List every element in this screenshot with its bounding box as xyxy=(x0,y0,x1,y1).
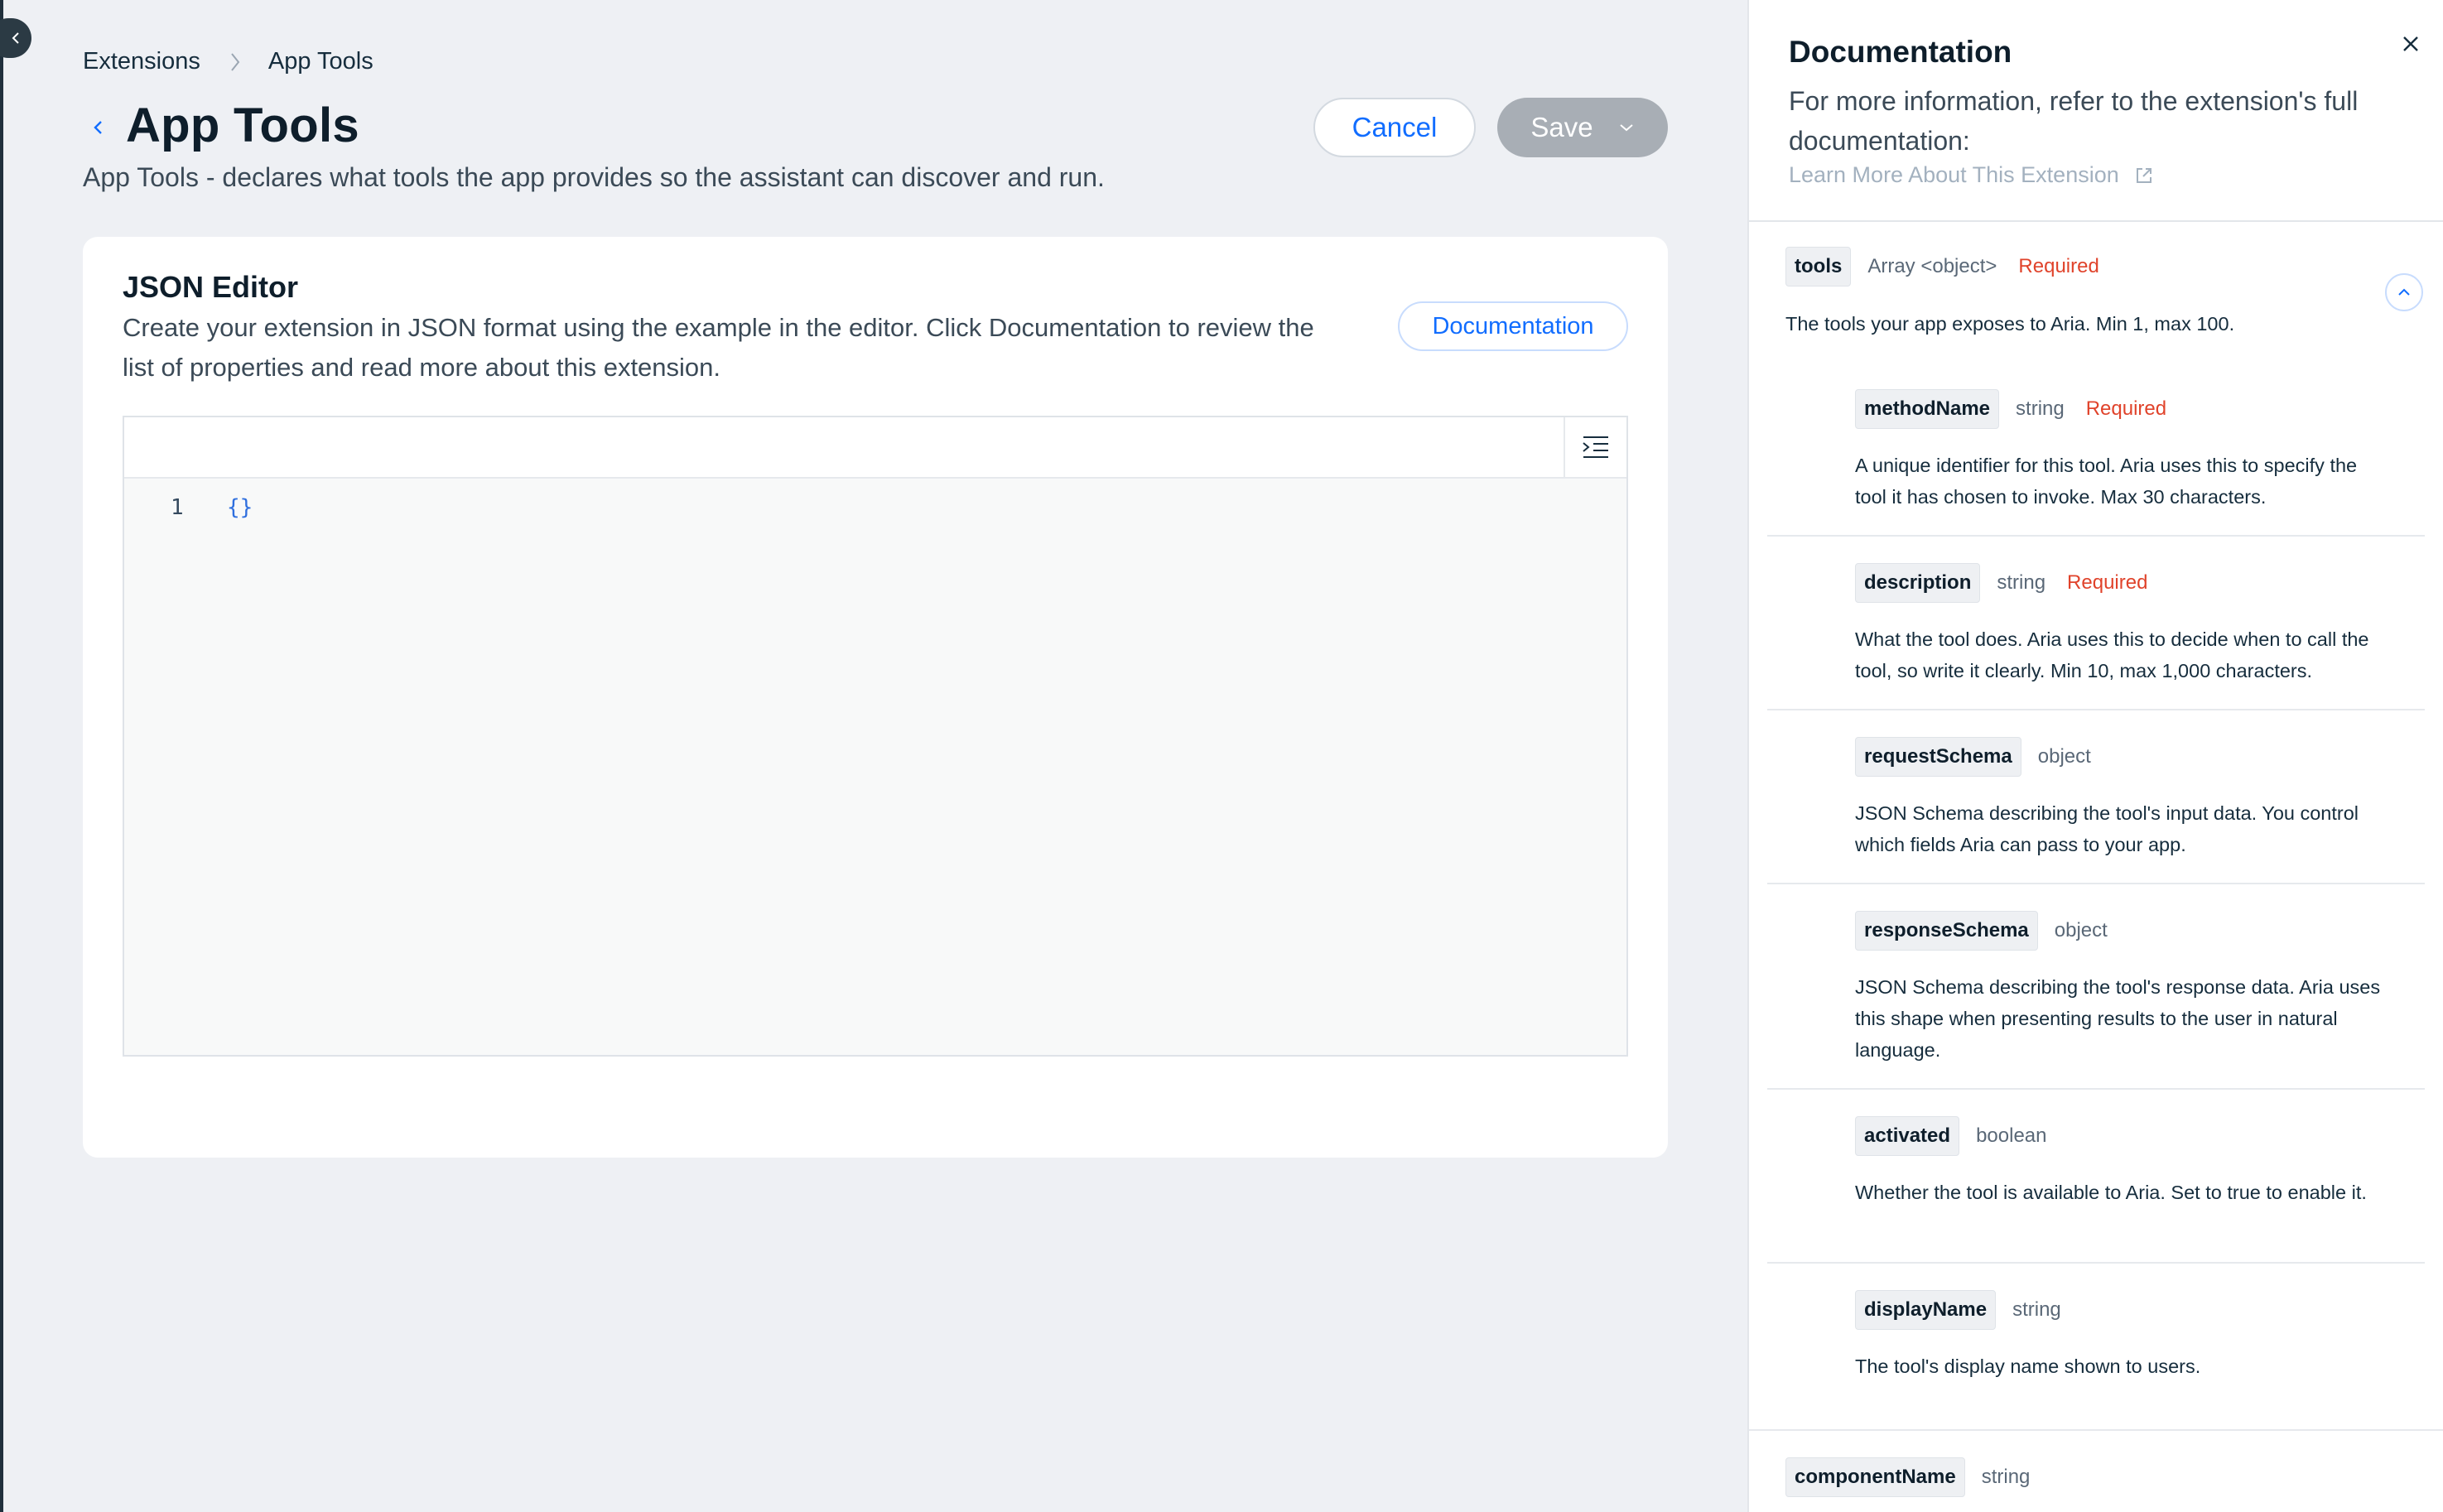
page-title: App Tools xyxy=(126,99,359,152)
divider xyxy=(1767,883,2425,884)
property-requestSchema: requestSchema object xyxy=(1855,737,2091,777)
doc-panel-title: Documentation xyxy=(1789,35,2012,69)
documentation-panel: Documentation For more information, refe… xyxy=(1747,0,2443,1512)
property-type: string xyxy=(2016,397,2065,420)
property-methodName: methodName string Required xyxy=(1855,389,2166,429)
property-type: object xyxy=(2037,745,2091,768)
save-button-label: Save xyxy=(1530,112,1593,142)
documentation-button[interactable]: Documentation xyxy=(1398,301,1628,351)
chevron-left-icon xyxy=(12,32,19,44)
sidebar-toggle-button[interactable] xyxy=(0,18,31,58)
divider xyxy=(1767,535,2425,537)
breadcrumb-separator-icon xyxy=(229,51,242,73)
property-description: The tool's display name shown to users. xyxy=(1855,1356,2201,1377)
breadcrumb: Extensions App Tools xyxy=(83,48,373,75)
external-link-icon xyxy=(2136,167,2151,183)
property-type: object xyxy=(2054,919,2108,941)
code-editor[interactable]: 1 {} xyxy=(123,416,1628,1057)
property-name: componentName xyxy=(1785,1457,1965,1497)
property-description-field: description string Required xyxy=(1855,563,2147,603)
property-type: Array <object> xyxy=(1867,255,1997,277)
property-description: JSON Schema describing the tool's respon… xyxy=(1855,976,2381,1061)
property-description: Whether the tool is available to Aria. S… xyxy=(1855,1177,2393,1208)
property-displayName: displayName string xyxy=(1855,1290,2061,1330)
property-type: boolean xyxy=(1976,1124,2047,1147)
learn-more-link[interactable]: Learn More About This Extension xyxy=(1789,162,2154,188)
json-editor-card: JSON Editor Create your extension in JSO… xyxy=(83,237,1668,1158)
property-description: What the tool does. Aria uses this to de… xyxy=(1855,628,2369,681)
description-text: to enable it. xyxy=(2260,1182,2367,1203)
chevron-down-icon[interactable] xyxy=(1618,122,1635,133)
property-type: string xyxy=(1997,571,2046,594)
collapse-section-button[interactable] xyxy=(2385,273,2423,311)
divider xyxy=(1767,709,2425,710)
description-code: true xyxy=(2227,1182,2261,1203)
line-number: 1 xyxy=(171,495,184,520)
back-icon[interactable] xyxy=(89,116,106,139)
divider xyxy=(1767,1088,2425,1090)
property-type: string xyxy=(2012,1298,2061,1321)
property-name: tools xyxy=(1785,247,1852,287)
property-name: activated xyxy=(1855,1116,1960,1156)
breadcrumb-extensions[interactable]: Extensions xyxy=(83,48,200,75)
property-description: JSON Schema describing the tool's input … xyxy=(1855,802,2359,855)
divider xyxy=(1749,1429,2443,1431)
property-name: responseSchema xyxy=(1855,911,2038,951)
editor-toolbar xyxy=(124,417,1626,479)
property-required: Required xyxy=(2067,571,2148,594)
documentation-button-label: Documentation xyxy=(1432,312,1594,339)
left-sidebar-edge xyxy=(0,0,3,1512)
format-button[interactable] xyxy=(1564,417,1626,477)
editor-description: Create your extension in JSON format usi… xyxy=(123,313,1314,382)
chevron-up-icon xyxy=(2398,288,2410,296)
property-required: Required xyxy=(2085,397,2167,420)
property-required: Required xyxy=(2018,255,2099,277)
cancel-button-label: Cancel xyxy=(1352,112,1438,142)
code-content[interactable]: {} xyxy=(227,495,253,520)
divider xyxy=(1767,1262,2425,1264)
page-subtitle: App Tools - declares what tools the app … xyxy=(83,162,1105,192)
breadcrumb-current: App Tools xyxy=(267,48,373,75)
property-name: requestSchema xyxy=(1855,737,2021,777)
cancel-button[interactable]: Cancel xyxy=(1313,98,1476,157)
property-name: methodName xyxy=(1855,389,2000,429)
property-componentName: componentName string xyxy=(1785,1457,2030,1497)
learn-more-link-label: Learn More About This Extension xyxy=(1789,162,2119,187)
divider xyxy=(1749,220,2443,222)
property-type: string xyxy=(1981,1466,2031,1488)
format-indent-icon xyxy=(1583,436,1608,458)
editor-title: JSON Editor xyxy=(123,270,299,304)
property-activated: activated boolean xyxy=(1855,1116,2046,1156)
property-name: description xyxy=(1855,563,1981,603)
property-responseSchema: responseSchema object xyxy=(1855,911,2108,951)
description-text: Whether the tool is available to Aria. S… xyxy=(1855,1182,2228,1203)
property-description: A unique identifier for this tool. Aria … xyxy=(1855,455,2358,508)
save-button[interactable]: Save xyxy=(1497,98,1668,157)
property-tools: tools Array <object> Required xyxy=(1785,247,2099,287)
close-icon[interactable] xyxy=(2400,33,2421,55)
property-name: displayName xyxy=(1855,1290,1997,1330)
property-description: The tools your app exposes to Aria. Min … xyxy=(1785,313,2235,335)
doc-panel-intro: For more information, refer to the exten… xyxy=(1789,86,2359,156)
